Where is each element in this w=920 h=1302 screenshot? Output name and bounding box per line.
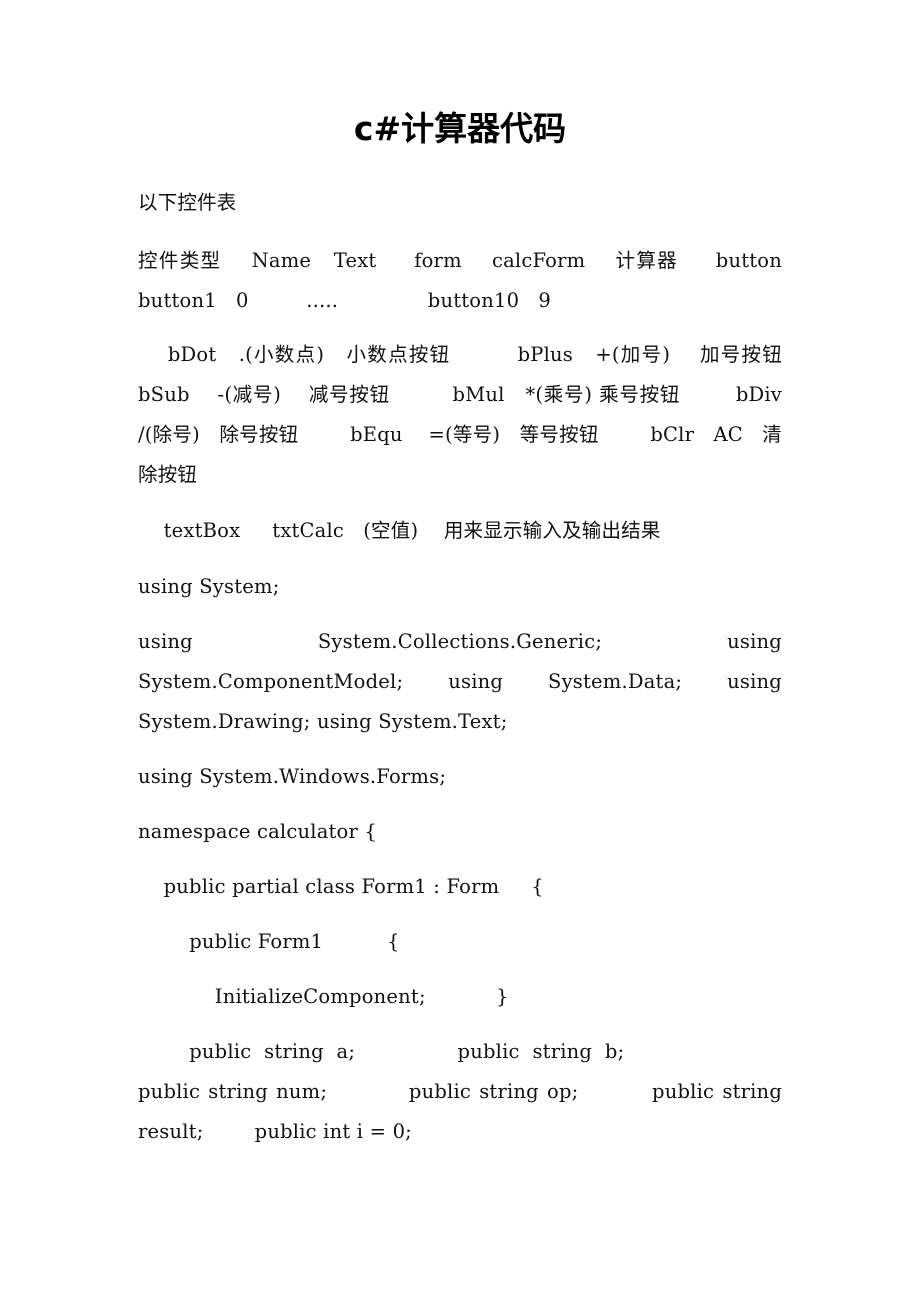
paragraph-control-table-textbox: textBox txtCalc (空值) 用来显示输入及输出结果 bbox=[138, 519, 661, 542]
paragraph-class-decl: public partial class Form1 : Form { bbox=[138, 875, 544, 898]
paragraph-fields-ab: public string a; public string b; bbox=[138, 1040, 625, 1063]
intro-paragraph: 以下控件表 bbox=[138, 191, 237, 214]
paragraph-using-system: using System; bbox=[138, 575, 280, 598]
paragraph-control-table-buttons: bDot .(小数点) 小数点按钮 bPlus +(加号) 加号按钮 bSub … bbox=[138, 343, 840, 486]
document-page: c#计算器代码 以下控件表 控件类型 Name Text form calcFo… bbox=[0, 0, 920, 1302]
page-title: c#计算器代码 bbox=[353, 109, 567, 148]
paragraph-namespace-decl: namespace calculator { bbox=[138, 820, 378, 843]
paragraph-control-table-header: 控件类型 Name Text form calcForm 计算器 button … bbox=[138, 249, 789, 312]
paragraph-ctor-decl: public Form1 { bbox=[138, 930, 400, 953]
paragraph-using-winforms: using System.Windows.Forms; bbox=[138, 765, 447, 788]
paragraph-initialize-component: InitializeComponent; } bbox=[138, 985, 509, 1008]
paragraph-using-block: using System.Collections.Generic; using … bbox=[138, 630, 795, 733]
paragraph-fields-rest: public string num; public string op; pub… bbox=[138, 1080, 789, 1143]
